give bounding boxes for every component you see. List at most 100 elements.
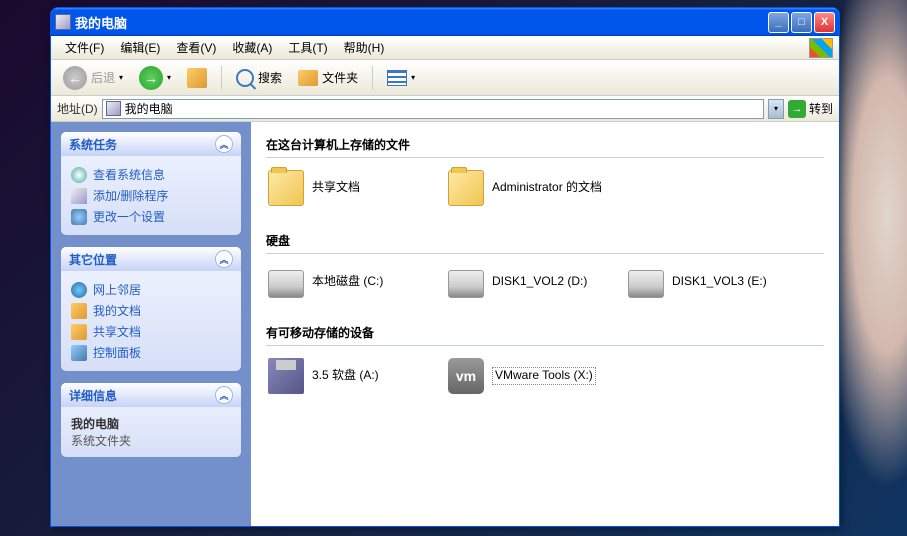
programs-icon [71, 188, 87, 204]
go-icon: → [788, 100, 806, 118]
sidebar-link-add-remove[interactable]: 添加/删除程序 [71, 185, 231, 206]
link-label: 查看系统信息 [93, 166, 165, 183]
panel-body: 我的电脑 系统文件夹 [61, 407, 241, 457]
sidebar-link-control-panel[interactable]: 控制面板 [71, 342, 231, 363]
detail-name: 我的电脑 [71, 415, 231, 432]
panel-body: 查看系统信息 添加/删除程序 更改一个设置 [61, 156, 241, 235]
back-button[interactable]: ← 后退 ▾ [57, 62, 129, 94]
vmware-icon: vm [448, 358, 484, 394]
detail-type: 系统文件夹 [71, 432, 231, 449]
up-button[interactable] [181, 64, 213, 92]
minimize-button[interactable]: _ [768, 12, 789, 33]
hard-drive-icon [448, 270, 484, 298]
titlebar[interactable]: 我的电脑 _ □ X [51, 8, 839, 36]
panel-header[interactable]: 系统任务 ︽ [61, 132, 241, 156]
search-label: 搜索 [258, 69, 282, 86]
section-header-files: 在这台计算机上存储的文件 [266, 132, 824, 158]
sidebar-link-network[interactable]: 网上邻居 [71, 279, 231, 300]
explorer-window: 我的电脑 _ □ X 文件(F) 编辑(E) 查看(V) 收藏(A) 工具(T)… [50, 7, 840, 527]
settings-icon [71, 209, 87, 225]
search-button[interactable]: 搜索 [230, 65, 288, 91]
details-panel: 详细信息 ︽ 我的电脑 系统文件夹 [61, 383, 241, 457]
content-area: 系统任务 ︽ 查看系统信息 添加/删除程序 更改一个设置 其它位置 ︽ [51, 122, 839, 526]
chevron-down-icon: ▾ [411, 73, 415, 82]
folder-icon [71, 303, 87, 319]
removable-row: 3.5 软盘 (A:) vm VMware Tools (X:) [266, 356, 824, 396]
menu-favorites[interactable]: 收藏(A) [224, 36, 280, 59]
section-header-removable: 有可移动存储的设备 [266, 320, 824, 346]
folder-icon [298, 70, 318, 86]
sidebar-link-shared-docs[interactable]: 共享文档 [71, 321, 231, 342]
item-vmware-tools[interactable]: vm VMware Tools (X:) [446, 356, 606, 396]
item-label: 3.5 软盘 (A:) [312, 368, 379, 384]
item-label: 共享文档 [312, 180, 360, 196]
item-shared-docs[interactable]: 共享文档 [266, 168, 426, 208]
folder-icon [448, 170, 484, 206]
item-label: Administrator 的文档 [492, 180, 602, 196]
collapse-icon[interactable]: ︽ [215, 386, 233, 404]
network-icon [71, 282, 87, 298]
chevron-down-icon: ▾ [167, 73, 171, 82]
my-computer-icon [106, 101, 121, 116]
address-label: 地址(D) [57, 100, 98, 117]
link-label: 共享文档 [93, 323, 141, 340]
system-tasks-panel: 系统任务 ︽ 查看系统信息 添加/删除程序 更改一个设置 [61, 132, 241, 235]
collapse-icon[interactable]: ︽ [215, 135, 233, 153]
chevron-down-icon: ▾ [774, 104, 778, 113]
folder-up-icon [187, 68, 207, 88]
item-admin-docs[interactable]: Administrator 的文档 [446, 168, 606, 208]
item-label: DISK1_VOL2 (D:) [492, 274, 587, 290]
link-label: 我的文档 [93, 302, 141, 319]
folders-button[interactable]: 文件夹 [292, 65, 364, 90]
back-icon: ← [63, 66, 87, 90]
windows-logo-icon [809, 38, 833, 58]
link-label: 更改一个设置 [93, 208, 165, 225]
addressbar: 地址(D) 我的电脑 ▾ → 转到 [51, 96, 839, 122]
menubar: 文件(F) 编辑(E) 查看(V) 收藏(A) 工具(T) 帮助(H) [51, 36, 839, 60]
views-icon [387, 70, 407, 86]
my-computer-icon [55, 14, 71, 30]
forward-icon: → [139, 66, 163, 90]
menu-view[interactable]: 查看(V) [168, 36, 224, 59]
close-button[interactable]: X [814, 12, 835, 33]
item-floppy-a[interactable]: 3.5 软盘 (A:) [266, 356, 426, 396]
menu-edit[interactable]: 编辑(E) [112, 36, 168, 59]
section-header-drives: 硬盘 [266, 228, 824, 254]
floppy-icon [268, 358, 304, 394]
item-label: 本地磁盘 (C:) [312, 274, 383, 290]
address-input[interactable]: 我的电脑 [102, 99, 764, 119]
other-places-panel: 其它位置 ︽ 网上邻居 我的文档 共享文档 控制面板 [61, 247, 241, 371]
link-label: 网上邻居 [93, 281, 141, 298]
chevron-down-icon: ▾ [119, 73, 123, 82]
views-button[interactable]: ▾ [381, 66, 421, 90]
sidebar-link-system-info[interactable]: 查看系统信息 [71, 164, 231, 185]
search-icon [236, 69, 254, 87]
window-controls: _ □ X [768, 12, 835, 33]
sidebar-link-change-setting[interactable]: 更改一个设置 [71, 206, 231, 227]
link-label: 控制面板 [93, 344, 141, 361]
go-label: 转到 [809, 100, 833, 117]
panel-header[interactable]: 其它位置 ︽ [61, 247, 241, 271]
menu-file[interactable]: 文件(F) [57, 36, 112, 59]
item-label: DISK1_VOL3 (E:) [672, 274, 767, 290]
hard-drive-icon [628, 270, 664, 298]
panel-title: 详细信息 [69, 387, 117, 404]
item-drive-d[interactable]: DISK1_VOL2 (D:) [446, 264, 606, 300]
collapse-icon[interactable]: ︽ [215, 250, 233, 268]
menu-tools[interactable]: 工具(T) [280, 36, 335, 59]
sidebar-link-my-docs[interactable]: 我的文档 [71, 300, 231, 321]
go-button[interactable]: → 转到 [788, 100, 833, 118]
item-drive-c[interactable]: 本地磁盘 (C:) [266, 264, 426, 300]
panel-header[interactable]: 详细信息 ︽ [61, 383, 241, 407]
maximize-button[interactable]: □ [791, 12, 812, 33]
link-label: 添加/删除程序 [93, 187, 168, 204]
menu-help[interactable]: 帮助(H) [336, 36, 393, 59]
desktop: 我的电脑 _ □ X 文件(F) 编辑(E) 查看(V) 收藏(A) 工具(T)… [0, 0, 907, 536]
drives-row: 本地磁盘 (C:) DISK1_VOL2 (D:) DISK1_VOL3 (E:… [266, 264, 824, 300]
address-value: 我的电脑 [125, 100, 173, 117]
address-dropdown[interactable]: ▾ [768, 99, 784, 119]
item-drive-e[interactable]: DISK1_VOL3 (E:) [626, 264, 786, 300]
forward-button[interactable]: → ▾ [133, 62, 177, 94]
panel-body: 网上邻居 我的文档 共享文档 控制面板 [61, 271, 241, 371]
panel-title: 其它位置 [69, 251, 117, 268]
